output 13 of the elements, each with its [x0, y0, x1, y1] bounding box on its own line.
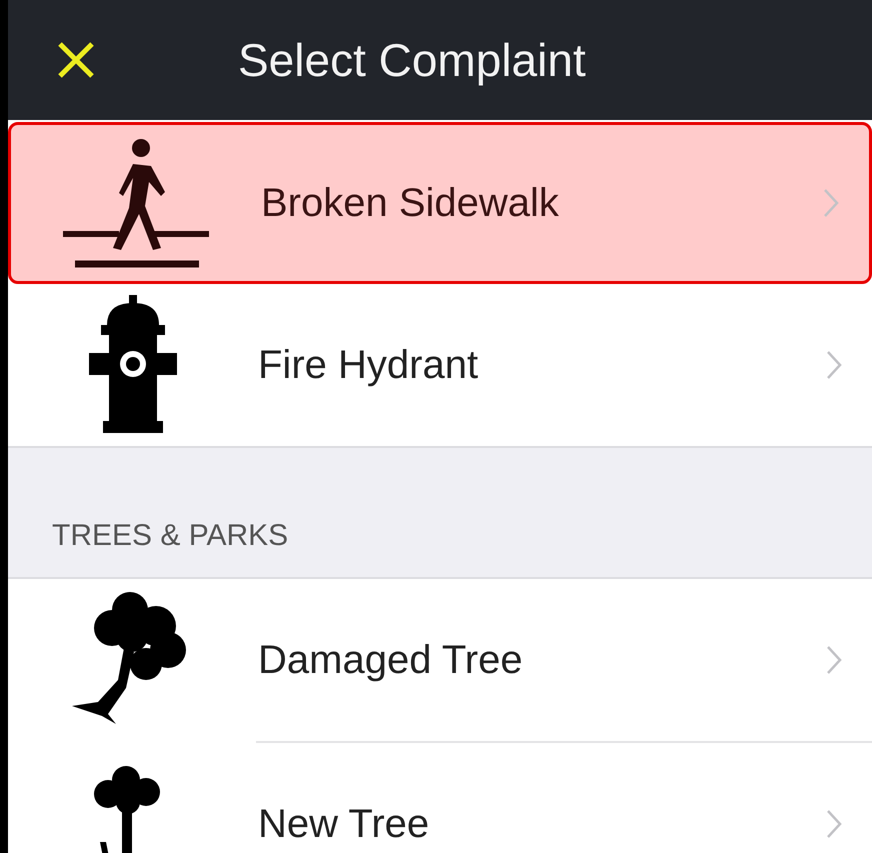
complaint-label: Broken Sidewalk [261, 180, 560, 226]
complaint-item[interactable]: Broken Sidewalk [8, 122, 872, 284]
chevron-icon [823, 188, 839, 218]
pedestrian-icon [61, 138, 211, 268]
screen-title: Select Complaint [238, 33, 586, 87]
chevron-icon [826, 809, 842, 839]
complaint-label: Fire Hydrant [258, 342, 480, 388]
close-icon [56, 40, 96, 80]
complaint-label: Damaged Tree [258, 638, 524, 682]
complaint-label: New Tree [258, 802, 430, 846]
chevron-icon [826, 350, 842, 380]
section-title: TREES & PARKS [52, 519, 288, 553]
chevron-icon [826, 645, 842, 675]
